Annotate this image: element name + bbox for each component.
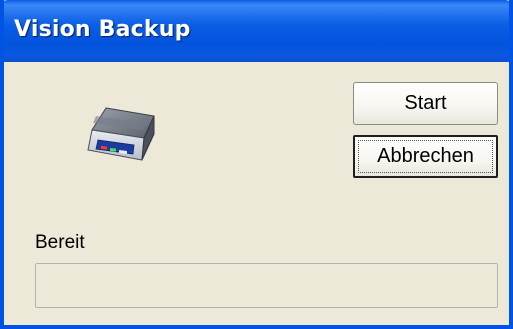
backup-device-icon bbox=[86, 106, 162, 168]
window-title: Vision Backup bbox=[14, 17, 191, 42]
start-button[interactable]: Start bbox=[353, 82, 498, 125]
start-button-label: Start bbox=[404, 92, 447, 114]
title-bar[interactable]: Vision Backup bbox=[4, 0, 509, 62]
status-label: Bereit bbox=[35, 232, 85, 253]
progress-bar bbox=[35, 263, 498, 308]
cancel-button[interactable]: Abbrechen bbox=[353, 135, 498, 178]
focus-rectangle bbox=[358, 140, 493, 173]
dialog-window: Vision Backup Start Abbrechen Bereit bbox=[0, 0, 513, 329]
